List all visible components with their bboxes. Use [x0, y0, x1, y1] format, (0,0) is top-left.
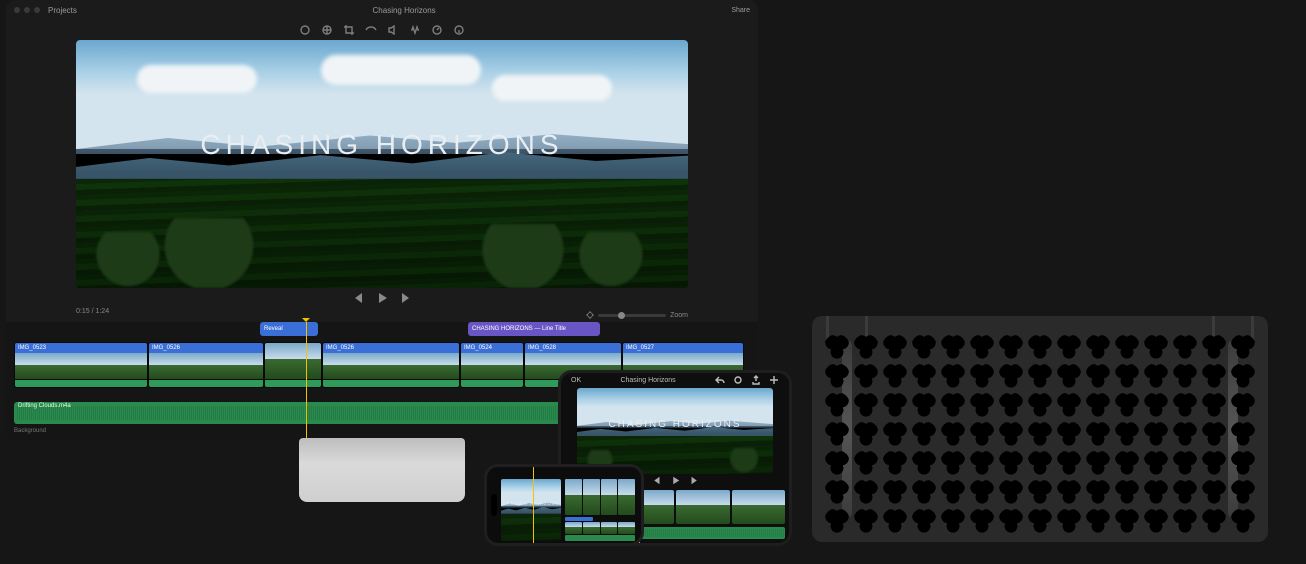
clip-label: IMG_0527 [623, 343, 743, 353]
preview-viewer[interactable]: CHASING HORIZONS [76, 40, 688, 288]
video-clip[interactable]: IMG_0523 [14, 342, 148, 388]
iphone-video-clip[interactable] [601, 522, 618, 534]
iphone-playhead[interactable] [533, 467, 534, 543]
iphone-title-clip[interactable] [565, 517, 593, 521]
iphone-video-clip[interactable] [618, 522, 635, 534]
share-button[interactable]: Share [731, 7, 750, 14]
traffic-lights[interactable] [14, 7, 40, 13]
ipad-settings-icon[interactable] [733, 375, 743, 387]
clip-label: IMG_0526 [323, 343, 459, 353]
back-button[interactable]: Projects [48, 6, 77, 15]
transport-controls [6, 292, 758, 308]
video-clip[interactable] [264, 342, 322, 388]
iphone-media-thumb[interactable] [583, 479, 600, 515]
display-stand [299, 438, 465, 502]
timeline-footer-left: Background [14, 428, 46, 438]
undo-icon[interactable] [715, 375, 725, 387]
iphone-music-track[interactable] [565, 535, 635, 541]
iphone-device: CHASING HORIZONS [484, 464, 644, 546]
clip-label: IMG_0528 [525, 343, 621, 353]
ipad-toolbar: OK Chasing Horizons [561, 373, 789, 388]
ipad-video-clip[interactable] [732, 490, 786, 524]
iphone-media-browser[interactable] [565, 479, 635, 515]
ipad-video-clip[interactable] [676, 490, 730, 524]
clip-label: IMG_0524 [461, 343, 523, 353]
iphone-timeline[interactable] [565, 517, 635, 541]
play-button[interactable] [376, 291, 388, 309]
timecode-readout: 0:15 / 1:24 [76, 308, 109, 322]
ipad-export-icon[interactable] [751, 375, 761, 387]
music-clip-label: Drifting Clouds.m4a [18, 403, 71, 409]
color-balance-icon[interactable] [299, 23, 311, 35]
iphone-media-thumb[interactable] [565, 479, 582, 515]
info-icon[interactable] [453, 23, 465, 35]
mac-pro-tower [812, 316, 1268, 542]
next-button[interactable] [400, 291, 412, 309]
clip-label: IMG_0523 [15, 343, 147, 353]
ipad-add-icon[interactable] [769, 375, 779, 387]
ipad-preview[interactable]: CHASING HORIZONS [577, 388, 773, 474]
title-clip[interactable]: CHASING HORIZONS — Line Title [468, 322, 600, 336]
crop-icon[interactable] [343, 23, 355, 35]
window-titlebar: Projects Chasing Horizons Share [6, 0, 758, 20]
video-clip[interactable]: IMG_0526 [322, 342, 460, 388]
volume-icon[interactable] [387, 23, 399, 35]
preview-frame [76, 40, 688, 288]
iphone-title-overlay: CHASING HORIZONS [501, 501, 561, 506]
prev-button[interactable] [352, 291, 364, 309]
iphone-media-thumb[interactable] [618, 479, 635, 515]
ipad-project-title: Chasing Horizons [620, 377, 675, 384]
settings-icon[interactable] [586, 311, 594, 319]
iphone-preview[interactable]: CHASING HORIZONS [501, 479, 561, 541]
title-overlay: CHASING HORIZONS [76, 129, 688, 161]
speed-icon[interactable] [431, 23, 443, 35]
ipad-title-overlay: CHASING HORIZONS [577, 419, 773, 430]
zoom-control[interactable]: Zoom [586, 308, 688, 322]
inspector-toolbar [6, 20, 758, 38]
zoom-slider[interactable] [598, 314, 666, 317]
clip-label: IMG_0526 [149, 343, 263, 353]
noise-icon[interactable] [409, 23, 421, 35]
mac-pro-grille [812, 316, 1268, 542]
project-title: Chasing Horizons [77, 6, 731, 15]
iphone-media-thumb[interactable] [601, 479, 618, 515]
ipad-ok-button[interactable]: OK [571, 377, 581, 384]
stabilize-icon[interactable] [365, 23, 377, 35]
playhead[interactable] [306, 322, 307, 440]
color-correct-icon[interactable] [321, 23, 333, 35]
video-clip[interactable]: IMG_0526 [148, 342, 264, 388]
timecode-bar: 0:15 / 1:24 Zoom [6, 308, 758, 322]
iphone-video-clip[interactable] [565, 522, 582, 534]
video-clip[interactable]: IMG_0524 [460, 342, 524, 388]
iphone-video-clip[interactable] [583, 522, 600, 534]
